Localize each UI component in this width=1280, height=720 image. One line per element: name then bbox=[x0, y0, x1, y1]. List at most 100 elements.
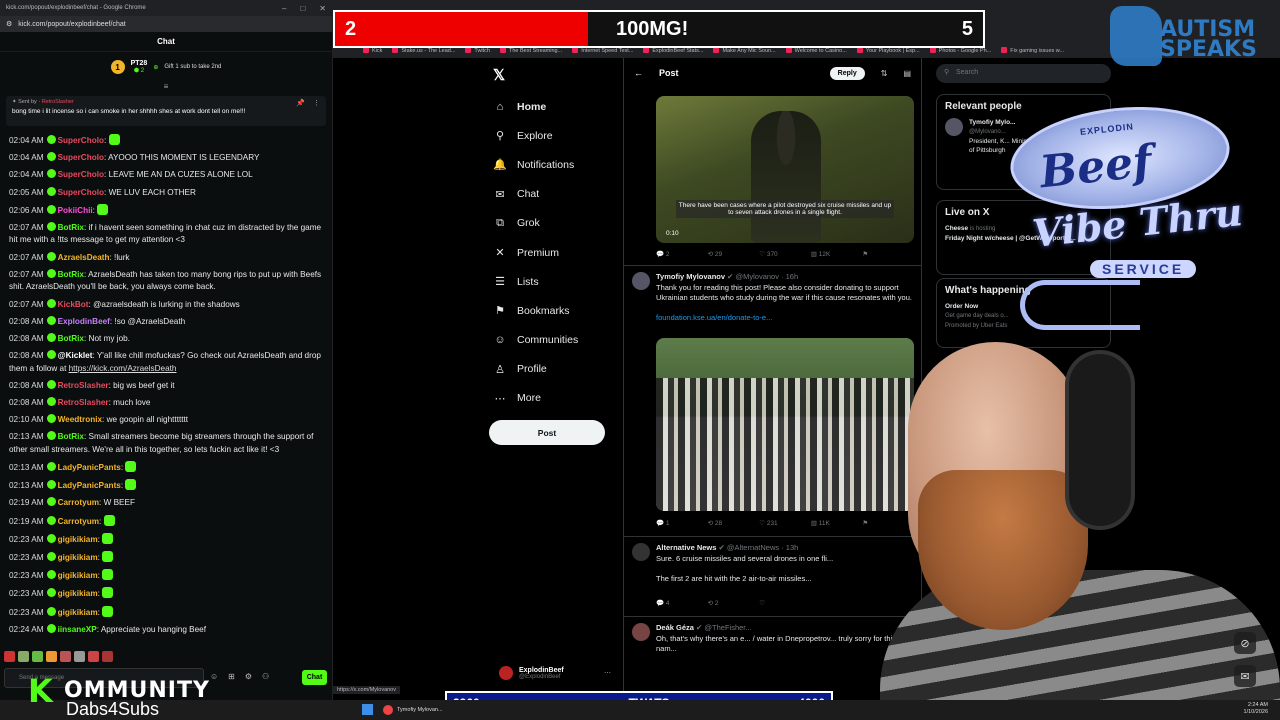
search-input[interactable]: ⚲ Search bbox=[936, 64, 1111, 83]
bookmark-item[interactable]: Fix gaming issues w... bbox=[1001, 47, 1064, 54]
like-count[interactable]: ♡ 231 bbox=[759, 519, 811, 527]
repost-count[interactable]: ⟲ 2 bbox=[708, 599, 760, 607]
chat-message[interactable]: 02:07 AM KickBot: @azraelsdeath is lurkin… bbox=[9, 298, 323, 312]
bookmark-icon[interactable]: ⚑ bbox=[862, 250, 914, 258]
tweet-link[interactable]: foundation.kse.ua/en/donate-to-e... bbox=[656, 313, 772, 322]
message-username[interactable]: SuperCholo bbox=[58, 153, 104, 162]
settings-icon[interactable]: ⚙ bbox=[245, 672, 252, 681]
view-count[interactable]: ▥ 12K bbox=[811, 250, 863, 258]
message-username[interactable]: LadyPanicPants bbox=[58, 481, 121, 490]
emote-icon[interactable] bbox=[88, 651, 99, 662]
tweet-author[interactable]: Alternative News ✔ @AlternatNews · 13h bbox=[656, 543, 798, 552]
message-username[interactable]: Carrotyum bbox=[58, 517, 99, 526]
filter-icon[interactable]: ⇅ bbox=[881, 69, 888, 78]
emote-icon[interactable] bbox=[46, 651, 57, 662]
message-username[interactable]: gigikikiam bbox=[58, 535, 98, 544]
avatar[interactable] bbox=[632, 272, 650, 290]
nav-home[interactable]: ⌂ Home bbox=[493, 92, 578, 121]
message-username[interactable]: RetroSlasher bbox=[58, 398, 109, 407]
maximize-icon[interactable]: □ bbox=[300, 4, 305, 13]
nav-grok[interactable]: ⧉ Grok bbox=[493, 209, 578, 238]
chat-message[interactable]: 02:13 AM LadyPanicPants: bbox=[9, 479, 323, 493]
message-username[interactable]: SuperCholo bbox=[58, 170, 104, 179]
nav-explore[interactable]: ⚲ Explore bbox=[493, 121, 578, 150]
chat-message[interactable]: 02:08 AM RetroSlasher: big ws beef get it bbox=[9, 379, 323, 393]
chat-message[interactable]: 02:23 AM gigikikiam: bbox=[9, 587, 323, 601]
like-icon[interactable]: ♡ bbox=[759, 599, 811, 607]
pinned-message[interactable]: ✦ Sent by · RetroSlasher bong time i lit… bbox=[6, 96, 326, 126]
avatar[interactable] bbox=[632, 623, 650, 641]
emote-icon[interactable] bbox=[60, 651, 71, 662]
chat-message[interactable]: 02:07 AM AzraelsDeath: !lurk bbox=[9, 251, 323, 265]
close-icon[interactable]: ✕ bbox=[319, 4, 326, 13]
more-icon[interactable]: ⋯ bbox=[604, 669, 611, 677]
pin-icon[interactable]: 📌 bbox=[296, 99, 305, 107]
recent-emotes-bar[interactable] bbox=[4, 651, 113, 665]
chat-message[interactable]: 02:04 AM SuperCholo: bbox=[9, 134, 323, 148]
message-username[interactable]: BotRix bbox=[58, 223, 84, 232]
chat-message[interactable]: 02:23 AM gigikikiam: bbox=[9, 569, 323, 583]
taskbar-app-chrome[interactable]: Tymofiy Mylovan... bbox=[383, 703, 443, 717]
gift-sub-icon[interactable]: ⊞ bbox=[228, 672, 235, 681]
chat-message[interactable]: 02:24 AM iinsaneXP: Appreciate you hangin… bbox=[9, 623, 323, 637]
chat-message[interactable]: 02:07 AM BotRix: AzraelsDeath has taken t… bbox=[9, 268, 323, 294]
nav-chat[interactable]: ✉ Chat bbox=[493, 180, 578, 209]
nav-more[interactable]: ⋯ More bbox=[493, 384, 578, 413]
post-button[interactable]: Post bbox=[489, 420, 605, 445]
emote-icon[interactable] bbox=[32, 651, 43, 662]
lens-icon[interactable]: ⊘ bbox=[1234, 632, 1256, 654]
chat-message[interactable]: 02:23 AM gigikikiam: bbox=[9, 605, 323, 620]
reply-count[interactable]: 💬 4 bbox=[656, 599, 708, 607]
chat-message[interactable]: 02:06 AM PokiiChii: bbox=[9, 203, 323, 218]
message-icon[interactable]: ✉ bbox=[1234, 665, 1256, 687]
emote-icon[interactable] bbox=[18, 651, 29, 662]
reply-count[interactable]: 💬 2 bbox=[656, 250, 708, 258]
emote-icon[interactable] bbox=[102, 651, 113, 662]
chat-message[interactable]: 02:13 AM LadyPanicPants: bbox=[9, 461, 323, 475]
chat-message[interactable]: 02:05 AM SuperCholo: WE LUV EACH OTHER bbox=[9, 186, 323, 200]
message-username[interactable]: BotRix bbox=[58, 334, 84, 343]
chat-message-list[interactable]: 02:04 AM SuperCholo: 02:04 AM SuperCholo: … bbox=[0, 134, 332, 648]
message-username[interactable]: Weedtronix bbox=[58, 415, 102, 424]
reader-icon[interactable]: ▤ bbox=[903, 69, 911, 78]
nav-bookmarks[interactable]: ⚑ Bookmarks bbox=[493, 296, 578, 325]
chat-message[interactable]: 02:08 AM @Kicklet: Y'all like chill mofuc… bbox=[9, 350, 323, 375]
tweet-author[interactable]: Deák Géza ✔ @TheFisher... bbox=[656, 623, 752, 632]
message-link[interactable]: https://kick.com/AzraelsDeath bbox=[69, 364, 177, 373]
reply-alternative-news[interactable]: Alternative News ✔ @AlternatNews · 13h S… bbox=[624, 536, 921, 614]
view-count[interactable]: ▥ 11K bbox=[811, 519, 863, 527]
minimize-icon[interactable]: – bbox=[282, 4, 286, 13]
more-options-icon[interactable]: ⋮ bbox=[313, 99, 320, 107]
message-username[interactable]: ExplodinBeef bbox=[58, 317, 110, 326]
message-username[interactable]: gigikikiam bbox=[58, 608, 98, 617]
reply-count[interactable]: 💬 1 bbox=[656, 519, 708, 527]
message-username[interactable]: LadyPanicPants bbox=[58, 463, 121, 472]
tweet-author[interactable]: Tymofiy Mylovanov ✔ @Mylovanov · 16h bbox=[656, 272, 798, 281]
nav-lists[interactable]: ☰ Lists bbox=[493, 267, 578, 296]
nav-communities[interactable]: ☺ Communities bbox=[493, 326, 578, 355]
message-username[interactable]: RetroSlasher bbox=[58, 381, 109, 390]
message-username[interactable]: gigikikiam bbox=[58, 571, 98, 580]
windows-start-icon[interactable] bbox=[362, 704, 373, 715]
avatar[interactable] bbox=[632, 543, 650, 561]
avatar[interactable] bbox=[945, 118, 963, 136]
chat-message[interactable]: 02:19 AM Carrotyum: bbox=[9, 514, 323, 529]
nav-premium[interactable]: ✕ Premium bbox=[493, 238, 578, 267]
people-icon[interactable]: ⚇ bbox=[262, 672, 269, 681]
emote-icon[interactable] bbox=[4, 651, 15, 662]
nav-profile[interactable]: ♙ Profile bbox=[493, 355, 578, 384]
message-username[interactable]: gigikikiam bbox=[58, 553, 98, 562]
chat-message[interactable]: 02:10 AM Weedtronix: we goopin all nightt… bbox=[9, 414, 323, 427]
message-username[interactable]: KickBot bbox=[58, 300, 89, 309]
nav-notifications[interactable]: 🔔 Notifications bbox=[493, 150, 578, 179]
chat-message[interactable]: 02:07 AM BotRix: if i havent seen somethi… bbox=[9, 221, 323, 247]
collapse-gifters-icon[interactable]: ≡ bbox=[0, 82, 332, 92]
tweet-mylovanov[interactable]: Tymofiy Mylovanov ✔ @Mylovanov · 16h Tha… bbox=[624, 265, 921, 335]
repost-count[interactable]: ⟲ 28 bbox=[708, 519, 760, 527]
chat-send-button[interactable]: Chat bbox=[302, 670, 327, 685]
site-info-icon[interactable]: ⚙ bbox=[6, 20, 12, 28]
message-username[interactable]: gigikikiam bbox=[58, 589, 98, 598]
message-username[interactable]: SuperCholo bbox=[58, 188, 104, 197]
chat-message[interactable]: 02:23 AM gigikikiam: bbox=[9, 550, 323, 565]
message-username[interactable]: AzraelsDeath bbox=[58, 253, 110, 262]
